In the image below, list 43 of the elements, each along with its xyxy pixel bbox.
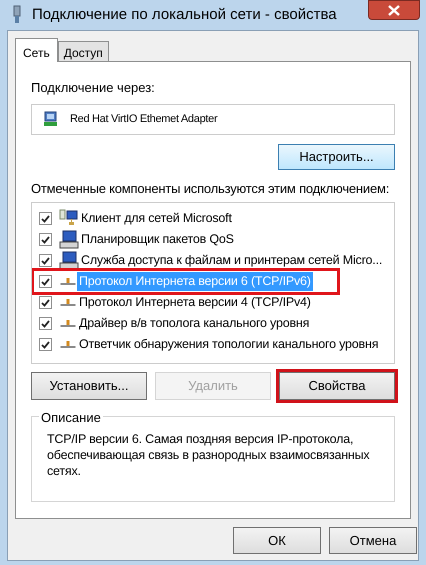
- checkbox[interactable]: [39, 338, 52, 351]
- checkbox[interactable]: [39, 275, 52, 288]
- network-protocol-icon: [60, 299, 76, 306]
- field-label: Подключение через:: [31, 79, 156, 97]
- computer-icon: [59, 230, 79, 249]
- network-adapter-icon: [42, 111, 59, 127]
- adapter-name: Red Hat VirtIO Ethemet Adapter: [70, 112, 218, 127]
- tab[interactable]: Доступ: [58, 41, 109, 61]
- checkbox[interactable]: [39, 296, 52, 309]
- component-item[interactable]: Планировщик пакетов QoS: [79, 230, 236, 249]
- action-button[interactable]: Установить...: [31, 372, 147, 400]
- components-label: Отмеченные компоненты используются этим подключением:: [31, 180, 390, 198]
- component-item[interactable]: Клиент для сетей Microsoft: [79, 209, 234, 228]
- check-icon: [41, 256, 50, 264]
- checkbox[interactable]: [39, 254, 52, 267]
- checkbox[interactable]: [39, 317, 52, 330]
- check-icon: [41, 214, 50, 222]
- component-item[interactable]: Драйвер в/в тополога канального уровня: [77, 314, 312, 333]
- close-button[interactable]: [368, 0, 420, 20]
- network-plug-icon: [12, 5, 22, 25]
- network-protocol-icon: [60, 278, 76, 285]
- action-button[interactable]: Свойства: [279, 372, 395, 400]
- tab[interactable]: Сеть: [15, 38, 58, 62]
- checkbox[interactable]: [39, 233, 52, 246]
- network-protocol-icon: [60, 341, 76, 348]
- dialog-button[interactable]: Отмена: [329, 527, 417, 554]
- component-item[interactable]: Протокол Интернета версии 4 (TCP/IPv4): [77, 293, 313, 312]
- check-icon: [41, 320, 50, 328]
- check-icon: [41, 298, 50, 306]
- component-item[interactable]: Ответчик обнаружения топологии канального уровня: [77, 335, 380, 354]
- dialog-button[interactable]: ОК: [233, 527, 321, 554]
- check-icon: [41, 236, 50, 244]
- checkbox[interactable]: [39, 212, 52, 225]
- window-title: Подключение по локальной сети - свойства: [32, 4, 337, 25]
- configure-button[interactable]: Настроить...: [278, 144, 395, 170]
- description-text: TCP/IP версии 6. Самая поздняя версия IP-протокола, обеспечивающая связь в разнородных взаимосвязанных сетях.: [47, 431, 370, 479]
- check-icon: [41, 278, 50, 286]
- check-icon: [41, 340, 50, 348]
- component-item[interactable]: Служба доступа к файлам и принтерам сетей Micro...: [79, 251, 384, 270]
- computer-icon: [59, 251, 79, 270]
- network-protocol-icon: [60, 320, 76, 327]
- close-icon: [388, 4, 400, 16]
- network-client-icon: [59, 209, 79, 228]
